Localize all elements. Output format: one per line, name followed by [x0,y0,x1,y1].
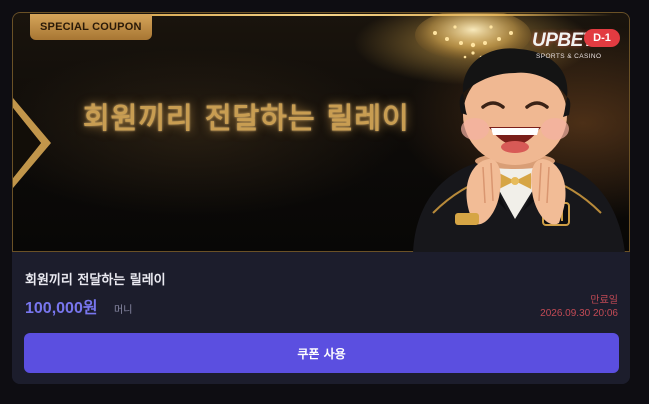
coupon-card: SPECIAL COUPON 회원끼리 전달하는 릴레이 UPBET SPORT… [12,12,630,384]
banner-title: 회원끼리 전달하는 릴레이 [83,101,410,135]
coupon-amount-unit: 머니 [114,305,133,316]
brand-subtitle: SPORTS & CASINO [536,53,602,60]
use-coupon-button[interactable]: 쿠폰 사용 [24,333,619,373]
coupon-banner: SPECIAL COUPON 회원끼리 전달하는 릴레이 UPBET SPORT… [12,12,630,253]
special-coupon-badge: SPECIAL COUPON [30,14,152,40]
expiry-date: 2026.09.30 20:06 [540,308,618,319]
coupon-title: 회원끼리 전달하는 릴레이 [25,273,166,288]
expiry-label: 만료일 [590,295,618,306]
coupon-amount: 100,000원 [25,300,98,317]
mascot-illustration [413,48,625,253]
coupon-info: 회원끼리 전달하는 릴레이 100,000원 머니 만료일 2026.09.30… [12,252,630,384]
d-day-badge: D-1 [584,29,620,47]
chevron-left-icon [13,98,51,188]
